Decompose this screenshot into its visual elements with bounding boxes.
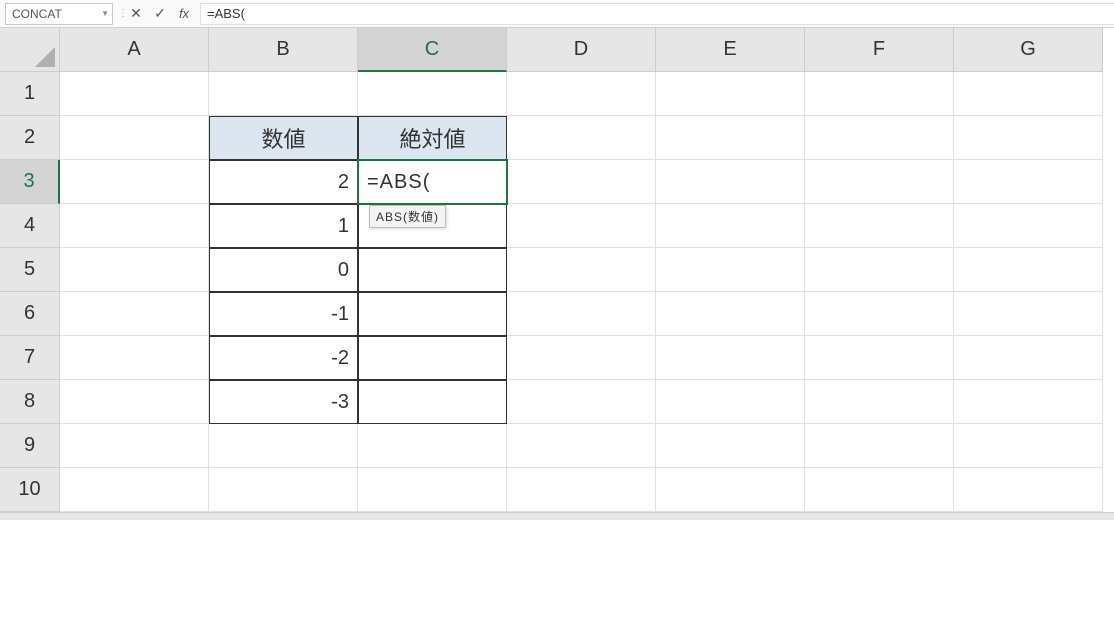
col-header-C[interactable]: C (358, 28, 507, 72)
cell-B10[interactable] (209, 468, 358, 512)
row-header-10[interactable]: 10 (0, 468, 60, 512)
cell-B7[interactable]: -2 (209, 336, 358, 380)
row-header-1[interactable]: 1 (0, 72, 60, 116)
row-header-8[interactable]: 8 (0, 380, 60, 424)
chevron-down-icon[interactable]: ▼ (101, 9, 109, 18)
function-tooltip[interactable]: ABS(数値) (369, 205, 446, 228)
row-header-3[interactable]: 3 (0, 160, 60, 204)
cell-F5[interactable] (805, 248, 954, 292)
col-header-G[interactable]: G (954, 28, 1103, 72)
cell-edit-text: =ABS( (367, 171, 430, 194)
cell-F8[interactable] (805, 380, 954, 424)
cell-F1[interactable] (805, 72, 954, 116)
cell-G3[interactable] (954, 160, 1103, 204)
name-box[interactable]: CONCAT ▼ (5, 3, 113, 25)
cell-A10[interactable] (60, 468, 209, 512)
cell-G7[interactable] (954, 336, 1103, 380)
cell-E8[interactable] (656, 380, 805, 424)
cell-B2[interactable]: 数値 (209, 116, 358, 160)
col-header-F[interactable]: F (805, 28, 954, 72)
cell-C9[interactable] (358, 424, 507, 468)
cell-B6[interactable]: -1 (209, 292, 358, 336)
row-header-2[interactable]: 2 (0, 116, 60, 160)
cell-F6[interactable] (805, 292, 954, 336)
cell-grid: A B C D E F G 1 2 3 4 5 6 7 8 9 10 数値 絶対… (0, 28, 1114, 512)
cell-E4[interactable] (656, 204, 805, 248)
row-header-7[interactable]: 7 (0, 336, 60, 380)
cell-E10[interactable] (656, 468, 805, 512)
cell-B1[interactable] (209, 72, 358, 116)
cell-E1[interactable] (656, 72, 805, 116)
cell-F7[interactable] (805, 336, 954, 380)
cell-D2[interactable] (507, 116, 656, 160)
cell-C6[interactable] (358, 292, 507, 336)
cell-E7[interactable] (656, 336, 805, 380)
enter-button[interactable]: ✓ (148, 3, 172, 25)
cell-A6[interactable] (60, 292, 209, 336)
cell-E3[interactable] (656, 160, 805, 204)
cell-D6[interactable] (507, 292, 656, 336)
cell-E6[interactable] (656, 292, 805, 336)
cell-F4[interactable] (805, 204, 954, 248)
cell-A5[interactable] (60, 248, 209, 292)
insert-function-button[interactable]: fx (172, 3, 196, 25)
cell-B3[interactable]: 2 (209, 160, 358, 204)
row-header-9[interactable]: 9 (0, 424, 60, 468)
cell-D8[interactable] (507, 380, 656, 424)
cell-G1[interactable] (954, 72, 1103, 116)
cell-F9[interactable] (805, 424, 954, 468)
cell-D1[interactable] (507, 72, 656, 116)
cell-E9[interactable] (656, 424, 805, 468)
cell-C7[interactable] (358, 336, 507, 380)
cell-A8[interactable] (60, 380, 209, 424)
cell-C3[interactable]: =ABS( ABS(数値) (358, 160, 507, 204)
select-all-corner[interactable] (0, 28, 60, 72)
cell-D5[interactable] (507, 248, 656, 292)
cell-G4[interactable] (954, 204, 1103, 248)
cell-A1[interactable] (60, 72, 209, 116)
cell-D9[interactable] (507, 424, 656, 468)
cell-B5[interactable]: 0 (209, 248, 358, 292)
cell-B4[interactable]: 1 (209, 204, 358, 248)
cell-G5[interactable] (954, 248, 1103, 292)
cell-G8[interactable] (954, 380, 1103, 424)
row-header-5[interactable]: 5 (0, 248, 60, 292)
cell-B9[interactable] (209, 424, 358, 468)
cell-A9[interactable] (60, 424, 209, 468)
col-header-E[interactable]: E (656, 28, 805, 72)
cell-A3[interactable] (60, 160, 209, 204)
row-header-6[interactable]: 6 (0, 292, 60, 336)
grid-bottom-edge (0, 512, 1114, 520)
col-header-B[interactable]: B (209, 28, 358, 72)
row-header-4[interactable]: 4 (0, 204, 60, 248)
cell-C5[interactable] (358, 248, 507, 292)
cell-G10[interactable] (954, 468, 1103, 512)
cell-D10[interactable] (507, 468, 656, 512)
cell-C1[interactable] (358, 72, 507, 116)
cell-D3[interactable] (507, 160, 656, 204)
cell-A2[interactable] (60, 116, 209, 160)
cell-C2[interactable]: 絶対値 (358, 116, 507, 160)
cell-A7[interactable] (60, 336, 209, 380)
cell-E2[interactable] (656, 116, 805, 160)
cell-F2[interactable] (805, 116, 954, 160)
cell-D7[interactable] (507, 336, 656, 380)
cell-F10[interactable] (805, 468, 954, 512)
cell-G6[interactable] (954, 292, 1103, 336)
col-header-A[interactable]: A (60, 28, 209, 72)
cancel-button[interactable]: ✕ (124, 3, 148, 25)
cell-C10[interactable] (358, 468, 507, 512)
cell-G9[interactable] (954, 424, 1103, 468)
formula-input[interactable]: =ABS( (200, 3, 1114, 25)
col-header-D[interactable]: D (507, 28, 656, 72)
cell-G2[interactable] (954, 116, 1103, 160)
cell-E5[interactable] (656, 248, 805, 292)
cell-C8[interactable] (358, 380, 507, 424)
cell-F3[interactable] (805, 160, 954, 204)
cell-B8[interactable]: -3 (209, 380, 358, 424)
name-box-value: CONCAT (12, 7, 62, 21)
cell-A4[interactable] (60, 204, 209, 248)
cell-D4[interactable] (507, 204, 656, 248)
formula-bar: CONCAT ▼ ⋮ ✕ ✓ fx =ABS( (0, 0, 1114, 28)
